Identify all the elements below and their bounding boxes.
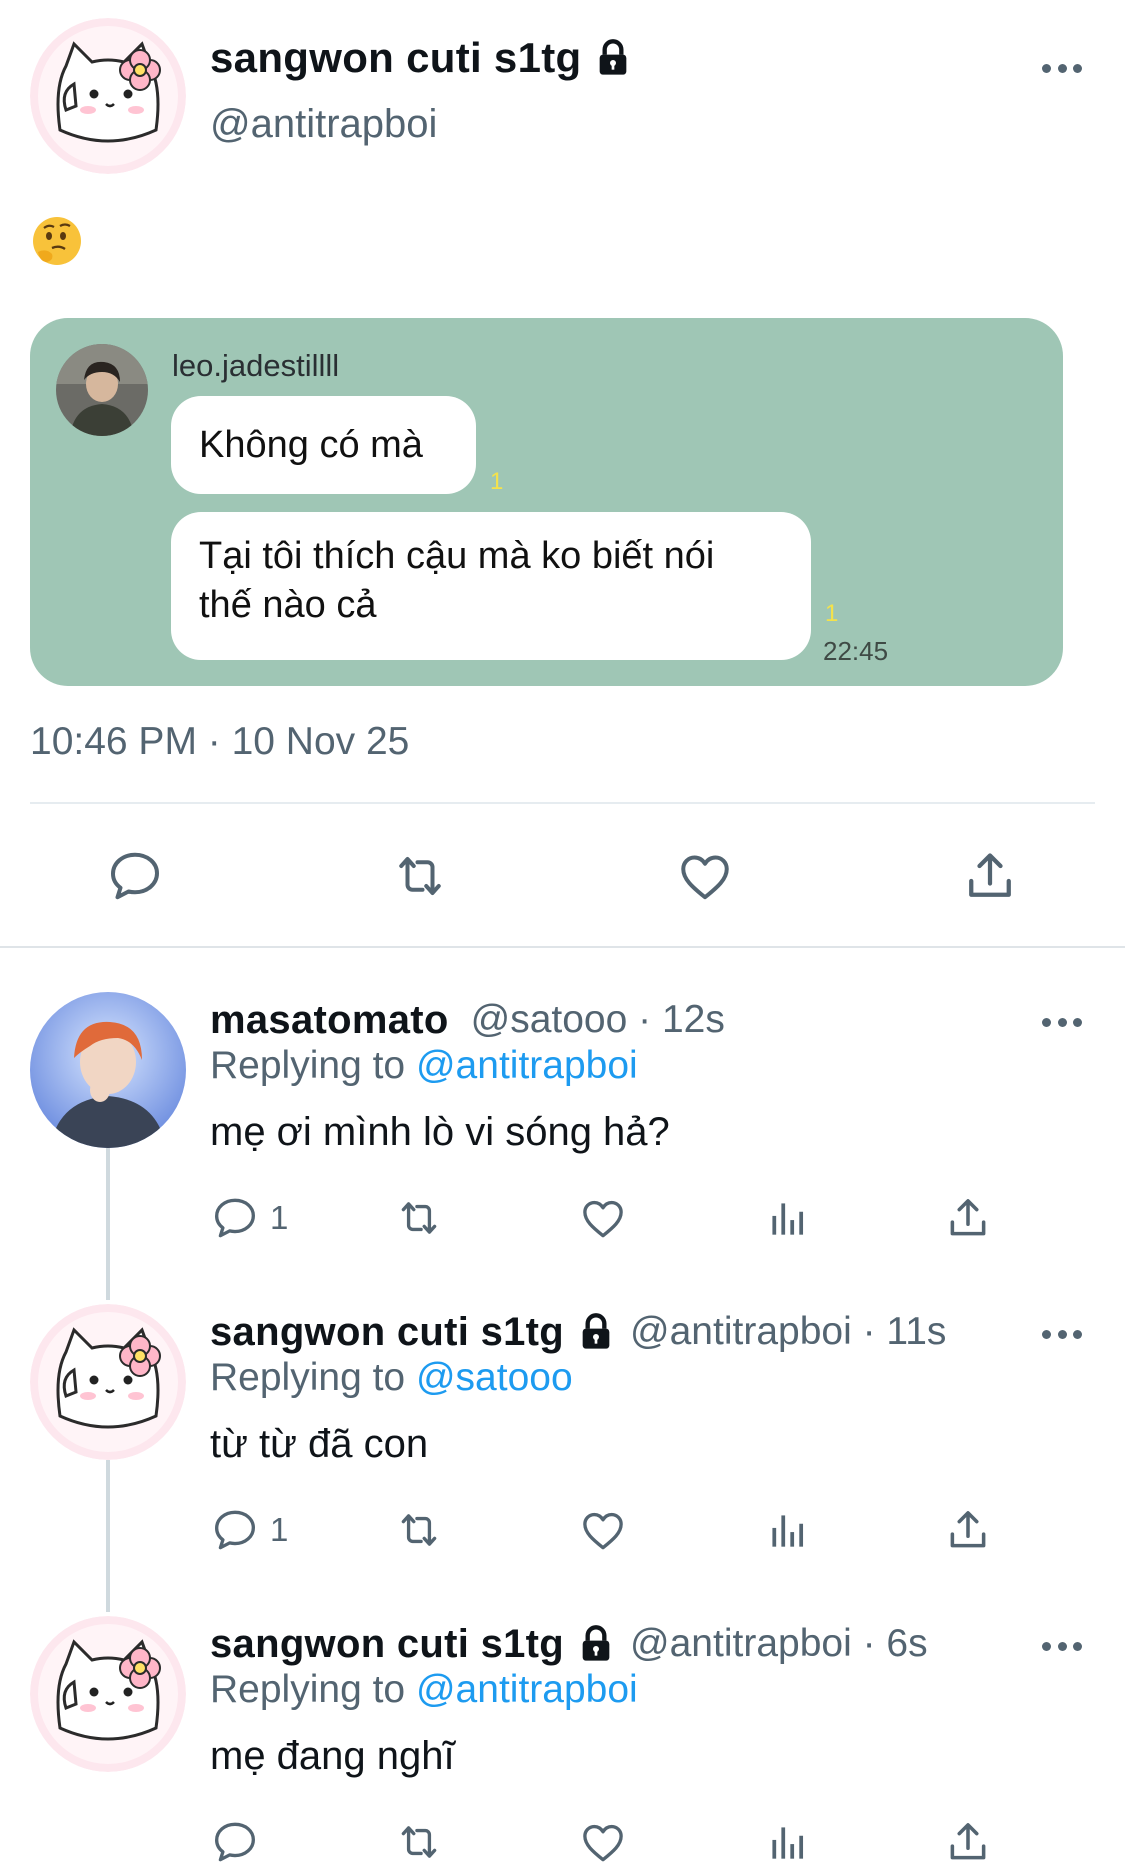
like-icon (578, 1817, 628, 1867)
reply-author-avatar[interactable] (30, 1616, 186, 1772)
read-receipt-count: 1 (825, 600, 839, 627)
retweet-button[interactable] (394, 1816, 444, 1868)
reply-header: masatomato @satooo · 12s (210, 992, 725, 1048)
thinking-face-icon (33, 217, 81, 265)
like-icon (578, 1193, 628, 1243)
lock-icon (576, 1311, 616, 1353)
replying-to: Replying to @antitrapboi (210, 1668, 638, 1711)
mention-link[interactable]: @antitrapboi (416, 1668, 638, 1711)
like-button[interactable] (578, 1192, 628, 1244)
share-icon[interactable] (960, 846, 1020, 906)
chat-message-bubble: Tại tôi thích cậu mà ko biết nói thế nào… (171, 512, 811, 660)
reply-text: từ từ đã con (210, 1422, 429, 1466)
chat-message-text: Không có mà (199, 424, 423, 466)
reply-action-bar: 1 (0, 1504, 1125, 1560)
retweet-icon (394, 1817, 444, 1867)
more-options-icon[interactable] (1042, 1640, 1082, 1652)
retweet-icon (394, 1505, 444, 1555)
reply-action-bar: 1 (0, 1192, 1125, 1248)
share-button[interactable] (943, 1504, 993, 1556)
views-icon (762, 1505, 812, 1555)
reply-icon (210, 1193, 260, 1243)
divider (30, 802, 1095, 804)
like-icon[interactable] (675, 846, 735, 906)
retweet-icon (394, 1193, 444, 1243)
share-button[interactable] (943, 1192, 993, 1244)
reply-button[interactable]: 1 (210, 1504, 288, 1556)
chat-sender-avatar (56, 344, 148, 436)
replying-to: Replying to @satooo (210, 1356, 573, 1399)
views-button[interactable] (762, 1504, 812, 1556)
reply-text: mẹ ơi mình lò vi sóng hả? (210, 1110, 670, 1154)
author-name[interactable]: sangwon cuti s1tg (210, 34, 581, 82)
chat-message-bubble: Không có mà (171, 396, 476, 494)
mention-link[interactable]: @antitrapboi (416, 1044, 638, 1087)
share-icon (943, 1505, 993, 1555)
chat-message-text-line: thế nào cả (199, 584, 377, 626)
author-avatar[interactable] (30, 18, 186, 174)
more-options-icon[interactable] (1042, 1016, 1082, 1028)
reply-handle[interactable]: @antitrapboi · 6s (630, 1622, 928, 1666)
reply-handle[interactable]: @antitrapboi · 11s (630, 1310, 946, 1354)
retweet-button[interactable] (394, 1504, 444, 1556)
lock-icon (593, 37, 633, 79)
tweet-action-bar (0, 846, 1125, 910)
reply-text: mẹ đang nghĩ (210, 1734, 455, 1778)
author-name-row[interactable]: sangwon cuti s1tg (210, 34, 633, 82)
author-handle[interactable]: @antitrapboi (210, 102, 437, 147)
mention-link[interactable]: @satooo (416, 1356, 573, 1399)
reply-button[interactable]: 1 (210, 1192, 288, 1244)
replying-to: Replying to @antitrapboi (210, 1044, 638, 1087)
like-button[interactable] (578, 1504, 628, 1556)
read-receipt-count: 1 (490, 468, 504, 495)
reply-header: sangwon cuti s1tg @antitrapboi · 11s (210, 1304, 946, 1360)
more-options-icon[interactable] (1042, 62, 1082, 74)
section-divider (0, 946, 1125, 948)
retweet-icon[interactable] (390, 846, 450, 906)
reply-icon (210, 1817, 260, 1867)
reply-icon[interactable] (105, 846, 165, 906)
reply-button[interactable] (210, 1816, 270, 1868)
reply-count: 1 (270, 1511, 289, 1548)
reply-author-name-row[interactable]: sangwon cuti s1tg (210, 1310, 616, 1355)
views-button[interactable] (762, 1816, 812, 1868)
share-button[interactable] (943, 1816, 993, 1868)
reply-author-name[interactable]: masatomato (210, 998, 449, 1043)
reply-author-avatar[interactable] (30, 992, 186, 1148)
more-options-icon[interactable] (1042, 1328, 1082, 1340)
share-icon (943, 1817, 993, 1867)
views-button[interactable] (762, 1192, 812, 1244)
chat-message-text-line: Tại tôi thích cậu mà ko biết nói (199, 535, 715, 577)
reply-count: 1 (270, 1199, 289, 1236)
like-icon (578, 1505, 628, 1555)
reply-author-name-row[interactable]: sangwon cuti s1tg (210, 1622, 616, 1667)
reply-author-avatar[interactable] (30, 1304, 186, 1460)
views-icon (762, 1817, 812, 1867)
reply-handle[interactable]: @satooo · 12s (471, 998, 725, 1042)
reply-action-bar (0, 1816, 1125, 1869)
like-button[interactable] (578, 1816, 628, 1868)
chat-message-time: 22:45 (823, 636, 889, 666)
embedded-chat-image[interactable]: leo.jadestillll Không có mà 1 Tại tôi th… (30, 318, 1063, 686)
reply-header: sangwon cuti s1tg @antitrapboi · 6s (210, 1616, 928, 1672)
tweet-timestamp[interactable]: 10:46 PM · 10 Nov 25 (30, 720, 409, 764)
lock-icon (576, 1623, 616, 1665)
chat-sender-name: leo.jadestillll (172, 348, 340, 383)
views-icon (762, 1193, 812, 1243)
share-icon (943, 1193, 993, 1243)
retweet-button[interactable] (394, 1192, 444, 1244)
reply-icon (210, 1505, 260, 1555)
